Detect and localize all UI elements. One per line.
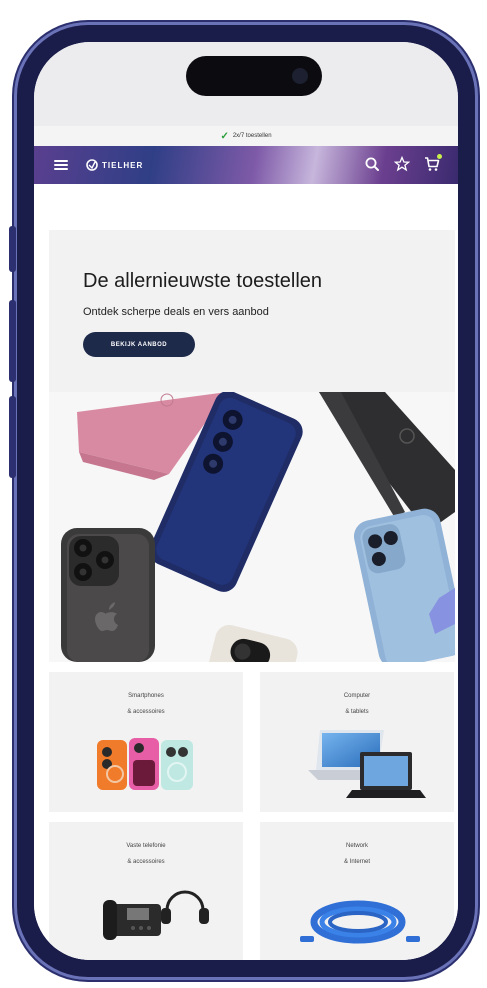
page-content: De allernieuwste toestellen Ontdek scher… <box>34 184 458 960</box>
category-computer-tablets[interactable]: Computer & tablets <box>260 672 454 812</box>
dynamic-island <box>186 56 322 96</box>
smartphone-cases-image <box>97 738 193 790</box>
phones-hero-image <box>49 392 455 662</box>
notice-bar: ✓ 2x/7 toestellen <box>34 126 458 146</box>
category-title: Computer <box>343 693 371 699</box>
site-logo[interactable]: TIELHER <box>86 157 143 173</box>
category-subtitle: & accessoires <box>127 859 165 865</box>
category-title: Network <box>345 843 368 849</box>
category-subtitle: & Internet <box>343 859 370 865</box>
cart-badge <box>437 154 442 159</box>
desk-phone-image <box>103 890 209 940</box>
network-cable-image <box>300 900 420 944</box>
volume-up-button <box>9 300 16 382</box>
logo-icon <box>86 159 98 171</box>
category-title: Smartphones <box>128 693 164 699</box>
check-icon: ✓ <box>220 130 229 142</box>
logo-text: TIELHER <box>102 160 144 170</box>
category-smartphones[interactable]: Smartphones & accessoires <box>49 672 243 812</box>
cart-button[interactable] <box>424 154 442 172</box>
search-icon[interactable] <box>364 156 380 172</box>
phone-screen: ✓ 2x/7 toestellen TIELHER De allernieuws… <box>34 42 458 960</box>
action-button <box>9 226 16 272</box>
laptops-image <box>308 730 426 798</box>
menu-icon[interactable] <box>54 160 68 170</box>
category-fixed-telephony[interactable]: Vaste telefonie & accessoires <box>49 822 243 960</box>
category-title: Vaste telefonie <box>126 843 166 849</box>
hero-banner[interactable]: De allernieuwste toestellen Ontdek scher… <box>49 230 455 662</box>
volume-down-button <box>9 396 16 478</box>
camera-icon <box>292 68 308 84</box>
category-network-internet[interactable]: Network & Internet <box>260 822 454 960</box>
hero-title: De allernieuwste toestellen <box>83 270 323 292</box>
notice-text: 2x/7 toestellen <box>232 133 272 139</box>
star-icon[interactable] <box>394 156 410 172</box>
status-bar <box>34 42 458 134</box>
hero-subtitle: Ontdek scherpe deals en vers aanbod <box>83 306 269 318</box>
category-subtitle: & tablets <box>345 709 369 715</box>
site-header: TIELHER <box>34 146 458 184</box>
view-offers-button[interactable]: BEKIJK AANBOD <box>83 332 195 357</box>
category-subtitle: & accessoires <box>127 709 165 715</box>
